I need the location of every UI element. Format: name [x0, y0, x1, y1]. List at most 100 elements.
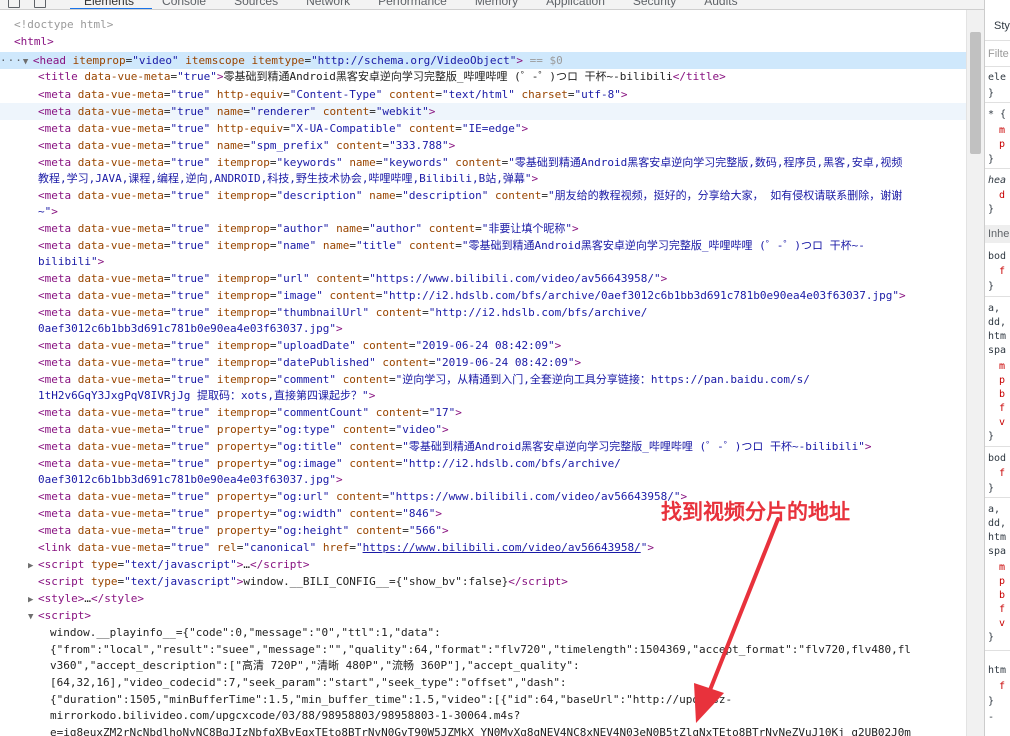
style-rule: -	[988, 712, 995, 723]
style-rule: a,	[988, 303, 1001, 314]
dom-node-meta-keywords[interactable]: <meta data-vue-meta="true" itemprop="key…	[38, 154, 902, 171]
styles-filter-input[interactable]: Filte	[988, 48, 1009, 61]
dom-node-script-1[interactable]: ▶ <script type="text/javascript">…</scrip…	[28, 556, 310, 573]
dom-node-meta-comment-wrap: 1tH2v6GqY3JxgPqV8IVRjJg 提取码：xots,直接第四课起步…	[38, 389, 376, 402]
dom-node-meta-thumbnail[interactable]: <meta data-vue-meta="true" itemprop="thu…	[38, 304, 647, 321]
devtools-tabs: Elements Console Sources Network Perform…	[70, 0, 752, 8]
playinfo-line: {"duration":1505,"minBufferTime":1.5,"mi…	[50, 693, 733, 706]
style-prop: d	[999, 190, 1006, 201]
playinfo-line: [64,32,16],"video_codecid":7,"seek_param…	[50, 676, 567, 689]
inherited-header: Inhe	[985, 225, 1010, 243]
style-prop: b	[999, 389, 1006, 400]
dom-node-meta-url[interactable]: <meta data-vue-meta="true" itemprop="url…	[38, 270, 667, 287]
style-rule: hea	[988, 175, 1007, 186]
dom-node-meta-og-width[interactable]: <meta data-vue-meta="true" property="og:…	[38, 505, 442, 522]
dom-node-meta-comment-count[interactable]: <meta data-vue-meta="true" itemprop="com…	[38, 404, 462, 421]
playinfo-line: v360","accept_description":["高清 720P","清…	[50, 659, 580, 672]
tab-console[interactable]: Console	[148, 0, 220, 8]
style-prop: p	[999, 139, 1006, 150]
style-rule: }	[988, 154, 995, 165]
style-rule: }	[988, 88, 995, 99]
tab-audits[interactable]: Audits	[690, 0, 751, 8]
style-rule: htm	[988, 331, 1007, 342]
tab-styles[interactable]: Sty	[994, 20, 1010, 33]
dom-node-meta-spm-prefix[interactable]: <meta data-vue-meta="true" name="spm_pre…	[38, 137, 455, 154]
dom-node-meta-comment[interactable]: <meta data-vue-meta="true" itemprop="com…	[38, 371, 810, 388]
style-prop: v	[999, 618, 1006, 629]
style-rule: }	[988, 483, 995, 494]
dom-node-meta-content-type[interactable]: <meta data-vue-meta="true" http-equiv="C…	[38, 86, 627, 103]
tab-security[interactable]: Security	[619, 0, 690, 8]
style-prop: v	[999, 417, 1006, 428]
dom-node-meta-og-title[interactable]: <meta data-vue-meta="true" property="og:…	[38, 438, 871, 455]
style-prop: m	[999, 125, 1006, 136]
dom-node-html[interactable]: <html>	[14, 33, 54, 50]
style-rule: spa	[988, 345, 1007, 356]
dom-node-meta-description[interactable]: <meta data-vue-meta="true" itemprop="des…	[38, 187, 902, 204]
dom-node-script-playinfo[interactable]: ▼ <script>	[28, 607, 91, 624]
style-prop: f	[999, 681, 1006, 692]
style-prop: f	[999, 604, 1006, 615]
dom-node-meta-thumbnail-wrap: 0aef3012c6b1bb3d691c781b0e90ea4e03f63037…	[38, 322, 343, 335]
tab-memory[interactable]: Memory	[461, 0, 532, 8]
device-toolbar-icon[interactable]	[34, 0, 46, 8]
dom-node-script-2[interactable]: <script type="text/javascript">window.__…	[38, 573, 568, 590]
style-rule: bod	[988, 251, 1007, 262]
style-rule: dd,	[988, 317, 1007, 328]
playinfo-line: e=ig8euxZM2rNcNbdlhoNvNC8BqJIzNbfqXBvEqx…	[50, 726, 911, 736]
style-prop: f	[999, 266, 1006, 277]
scrollbar-thumb[interactable]	[970, 32, 981, 154]
dom-node-meta-name-title-wrap: bilibili">	[38, 255, 105, 268]
dom-node-meta-upload-date[interactable]: <meta data-vue-meta="true" itemprop="upl…	[38, 337, 561, 354]
style-prop: m	[999, 361, 1006, 372]
style-rule: }	[988, 204, 995, 215]
playinfo-line: window.__playinfo__={"code":0,"message":…	[50, 626, 441, 639]
tab-performance[interactable]: Performance	[364, 0, 461, 8]
dom-node-link-canonical[interactable]: <link data-vue-meta="true" rel="canonica…	[38, 539, 654, 556]
expand-triangle-icon[interactable]: ▶	[28, 558, 38, 575]
dom-node-meta-og-height[interactable]: <meta data-vue-meta="true" property="og:…	[38, 522, 449, 539]
style-rule: }	[988, 696, 995, 707]
canonical-link[interactable]: https://www.bilibili.com/video/av5664395…	[363, 541, 641, 554]
playinfo-line: mirrorkodo.bilivideo.com/upgcxcode/03/88…	[50, 709, 521, 722]
style-rule: a,	[988, 504, 1001, 515]
devtools-toolbar: Elements Console Sources Network Perform…	[0, 0, 984, 10]
styles-pane: Sty Filte ele } * { m p } hea d } Inhe b…	[984, 0, 1010, 736]
dom-node-meta-image[interactable]: <meta data-vue-meta="true" itemprop="ima…	[38, 287, 906, 304]
style-prop: m	[999, 562, 1006, 573]
collapse-triangle-icon[interactable]: ▼	[28, 609, 38, 626]
style-prop: f	[999, 468, 1006, 479]
elements-dom-tree: <!doctype html> <html> ···▼ <head itempro…	[0, 10, 966, 736]
dom-node-meta-date-published[interactable]: <meta data-vue-meta="true" itemprop="dat…	[38, 354, 581, 371]
dom-node-meta-og-image-wrap: 0aef3012c6b1bb3d691c781b0e90ea4e03f63037…	[38, 473, 343, 486]
tab-sources[interactable]: Sources	[220, 0, 292, 8]
style-prop: f	[999, 403, 1006, 414]
tab-application[interactable]: Application	[532, 0, 619, 8]
dom-node-meta-ua-compatible[interactable]: <meta data-vue-meta="true" http-equiv="X…	[38, 120, 528, 137]
dom-node-style[interactable]: ▶ <style>…</style>	[28, 590, 144, 607]
dom-node-doctype[interactable]: <!doctype html>	[14, 16, 113, 33]
dom-node-meta-renderer[interactable]: <meta data-vue-meta="true" name="rendere…	[0, 103, 966, 120]
annotation-arrow-icon	[694, 517, 780, 723]
collapse-triangle-icon[interactable]: ▼	[23, 54, 33, 71]
node-actions-dots[interactable]: ···	[0, 54, 23, 67]
elements-scrollbar[interactable]	[966, 10, 984, 736]
style-prop: p	[999, 576, 1006, 587]
style-rule: }	[988, 281, 995, 292]
dom-node-meta-name-title[interactable]: <meta data-vue-meta="true" itemprop="nam…	[38, 237, 865, 254]
dom-node-meta-og-type[interactable]: <meta data-vue-meta="true" property="og:…	[38, 421, 449, 438]
tab-network[interactable]: Network	[292, 0, 364, 8]
dom-node-meta-og-url[interactable]: <meta data-vue-meta="true" property="og:…	[38, 488, 687, 505]
dom-node-meta-author[interactable]: <meta data-vue-meta="true" itemprop="aut…	[38, 220, 579, 237]
style-rule: htm	[988, 665, 1007, 676]
style-rule: }	[988, 431, 995, 442]
inspect-element-icon[interactable]	[8, 0, 20, 8]
dom-node-title[interactable]: <title data-vue-meta="true">零基础到精通Androi…	[38, 68, 726, 85]
dom-node-head-selected[interactable]: ···▼ <head itemprop="video" itemscope ite…	[0, 52, 966, 69]
style-rule: dd,	[988, 518, 1007, 529]
tab-elements[interactable]: Elements	[70, 0, 148, 8]
dom-node-meta-og-image[interactable]: <meta data-vue-meta="true" property="og:…	[38, 455, 621, 472]
style-rule: spa	[988, 546, 1007, 557]
style-rule: bod	[988, 453, 1007, 464]
style-rule: htm	[988, 532, 1007, 543]
